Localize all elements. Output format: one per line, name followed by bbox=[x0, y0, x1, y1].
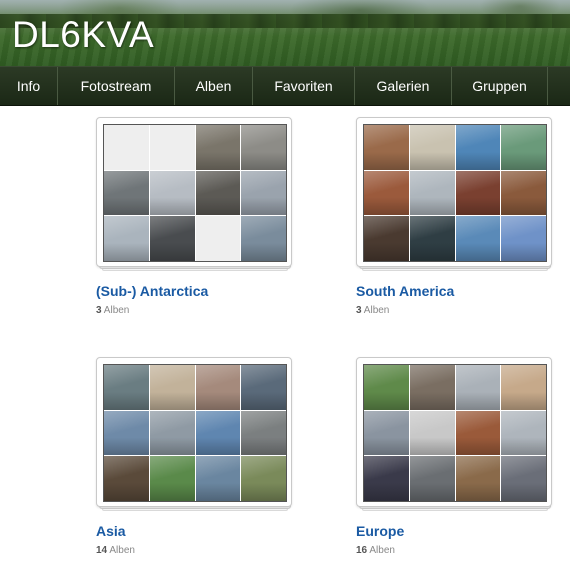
thumbnail-grid bbox=[103, 364, 287, 502]
stack-edge bbox=[102, 269, 288, 271]
album-count: 14 Alben bbox=[96, 545, 135, 556]
nav-item-fotostream[interactable]: Fotostream bbox=[58, 67, 175, 105]
photo-thumbnail bbox=[364, 410, 409, 456]
photo-thumbnail bbox=[501, 365, 546, 410]
photo-thumbnail bbox=[409, 170, 455, 216]
collection-thumbnail-frame[interactable] bbox=[96, 357, 292, 507]
album-count: 3 Alben bbox=[356, 305, 389, 316]
photo-thumbnail bbox=[364, 170, 409, 216]
photo-thumbnail bbox=[149, 410, 195, 456]
photo-thumbnail bbox=[364, 216, 409, 261]
photo-thumbnail bbox=[104, 410, 149, 456]
photo-thumbnail bbox=[455, 216, 501, 261]
photo-thumbnail bbox=[501, 410, 546, 456]
photo-thumbnail bbox=[241, 125, 286, 170]
album-count-number: 3 bbox=[96, 305, 102, 316]
photo-thumbnail bbox=[409, 216, 455, 261]
photo-thumbnail bbox=[455, 410, 501, 456]
header-banner: DL6KVA bbox=[0, 0, 570, 66]
photo-thumbnail bbox=[409, 410, 455, 456]
photo-thumbnail bbox=[455, 365, 501, 410]
nav-item-gruppen[interactable]: Gruppen bbox=[452, 67, 548, 105]
photo-thumbnail bbox=[409, 456, 455, 501]
photo-thumbnail bbox=[149, 125, 195, 170]
collection-thumbnail-frame[interactable] bbox=[96, 117, 292, 267]
photo-thumbnail bbox=[364, 365, 409, 410]
stack-edge bbox=[362, 269, 548, 271]
photo-thumbnail bbox=[149, 216, 195, 261]
photo-thumbnail bbox=[455, 170, 501, 216]
album-count-number: 14 bbox=[96, 545, 108, 556]
photo-thumbnail bbox=[501, 216, 546, 261]
main-nav: Info Fotostream Alben Favoriten Galerien… bbox=[0, 66, 570, 106]
site-title[interactable]: DL6KVA bbox=[12, 13, 154, 57]
thumbnail-grid bbox=[363, 364, 547, 502]
collection-title[interactable]: (Sub-) Antarctica bbox=[96, 283, 208, 299]
album-count: 16 Alben bbox=[356, 545, 395, 556]
collection-title[interactable]: South America bbox=[356, 283, 454, 299]
photo-thumbnail bbox=[104, 125, 149, 170]
photo-thumbnail bbox=[104, 456, 149, 501]
photo-thumbnail bbox=[149, 456, 195, 501]
photo-thumbnail bbox=[195, 125, 241, 170]
collection-title[interactable]: Asia bbox=[96, 523, 126, 539]
photo-thumbnail bbox=[195, 216, 241, 261]
photo-thumbnail bbox=[455, 125, 501, 170]
photo-thumbnail bbox=[195, 410, 241, 456]
thumbnail-grid bbox=[363, 124, 547, 262]
nav-item-info[interactable]: Info bbox=[0, 67, 58, 105]
photo-thumbnail bbox=[104, 216, 149, 261]
stack-edge bbox=[102, 509, 288, 511]
photo-thumbnail bbox=[409, 365, 455, 410]
photo-thumbnail bbox=[241, 216, 286, 261]
photo-thumbnail bbox=[241, 456, 286, 501]
photo-thumbnail bbox=[195, 456, 241, 501]
photo-thumbnail bbox=[149, 365, 195, 410]
album-count-label: Alben bbox=[363, 305, 390, 316]
photo-thumbnail bbox=[241, 410, 286, 456]
photo-thumbnail bbox=[455, 456, 501, 501]
photo-thumbnail bbox=[149, 170, 195, 216]
photo-thumbnail bbox=[241, 170, 286, 216]
photo-thumbnail bbox=[104, 170, 149, 216]
album-count-label: Alben bbox=[369, 545, 395, 556]
nav-item-favoriten[interactable]: Favoriten bbox=[253, 67, 355, 105]
photo-thumbnail bbox=[501, 170, 546, 216]
photo-thumbnail bbox=[409, 125, 455, 170]
thumbnail-grid bbox=[103, 124, 287, 262]
photo-thumbnail bbox=[241, 365, 286, 410]
album-count-label: Alben bbox=[103, 305, 130, 316]
photo-thumbnail bbox=[501, 125, 546, 170]
collection-thumbnail-frame[interactable] bbox=[356, 357, 552, 507]
collection-thumbnail-frame[interactable] bbox=[356, 117, 552, 267]
photo-thumbnail bbox=[501, 456, 546, 501]
photo-thumbnail bbox=[364, 456, 409, 501]
album-count-label: Alben bbox=[109, 545, 135, 556]
photo-thumbnail bbox=[195, 170, 241, 216]
album-count: 3 Alben bbox=[96, 305, 129, 316]
stack-edge bbox=[362, 509, 548, 511]
collection-title[interactable]: Europe bbox=[356, 523, 404, 539]
album-count-number: 16 bbox=[356, 545, 368, 556]
album-count-number: 3 bbox=[356, 305, 362, 316]
photo-thumbnail bbox=[104, 365, 149, 410]
photo-thumbnail bbox=[195, 365, 241, 410]
photo-thumbnail bbox=[364, 125, 409, 170]
nav-item-galerien[interactable]: Galerien bbox=[355, 67, 452, 105]
nav-item-alben[interactable]: Alben bbox=[175, 67, 253, 105]
